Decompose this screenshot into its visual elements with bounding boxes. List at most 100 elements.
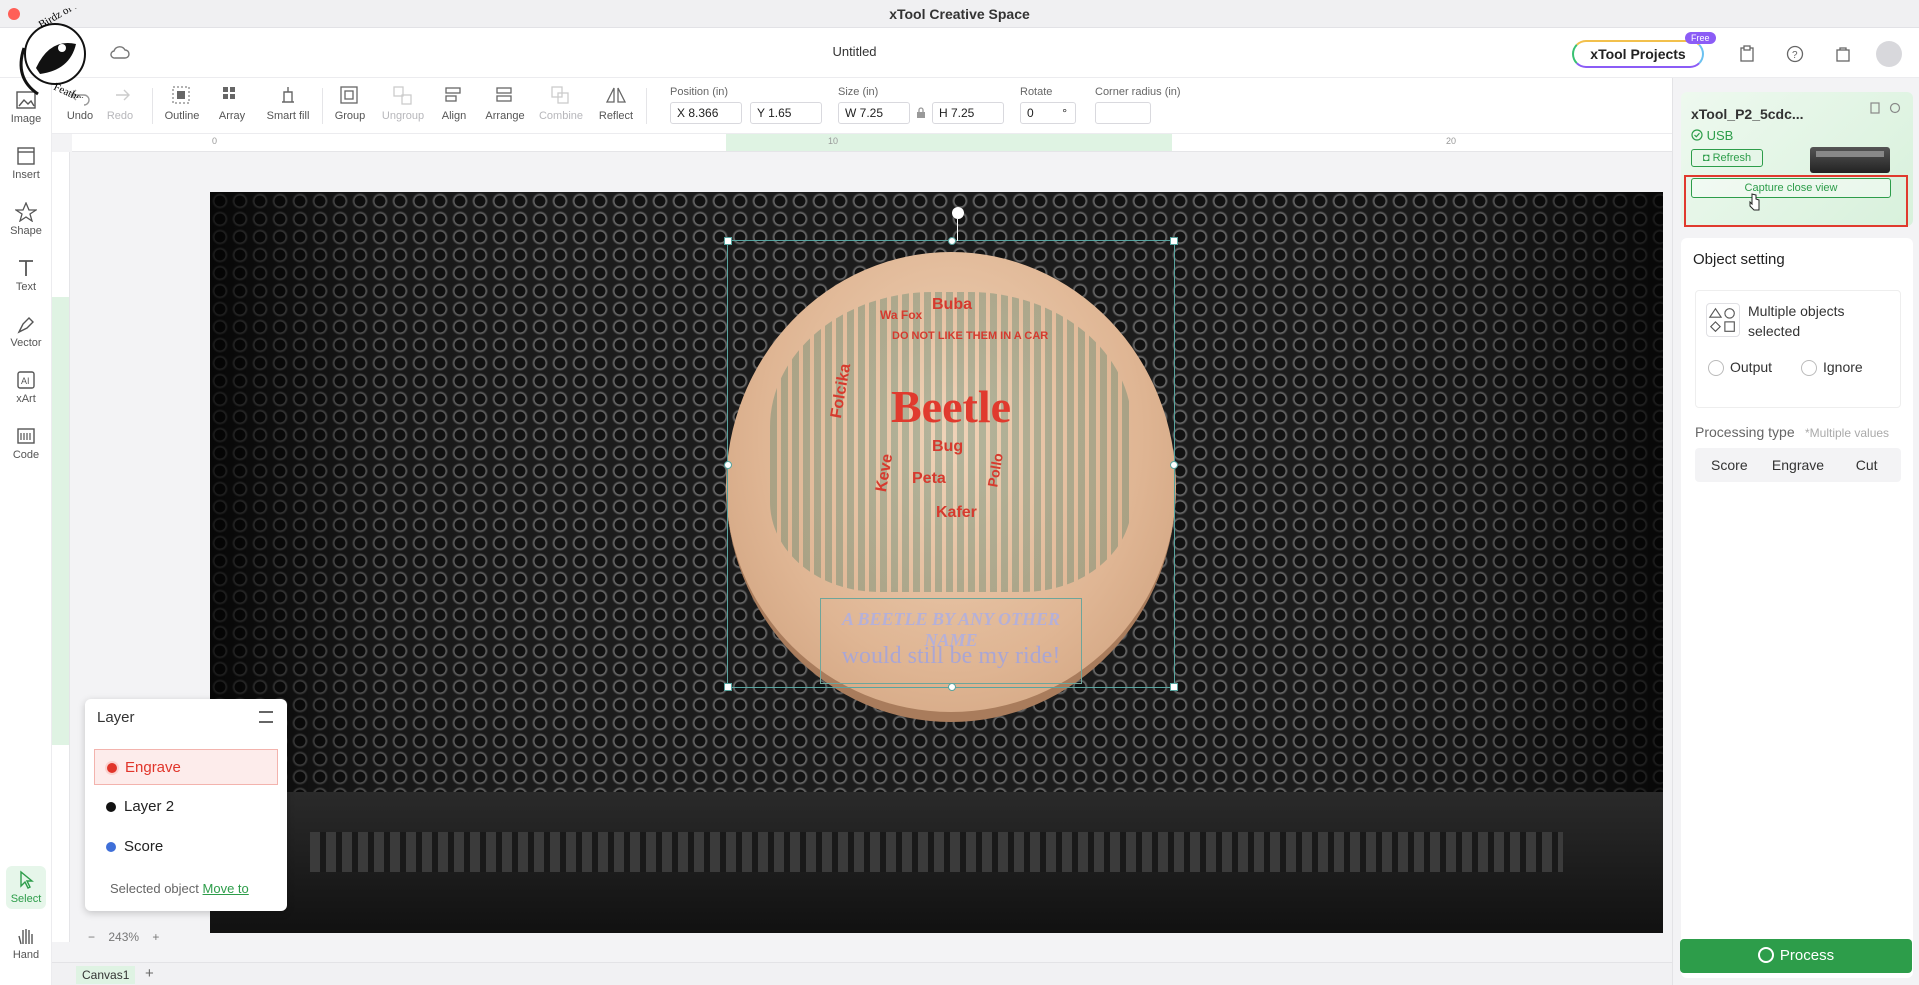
layer-panel: Layer Engrave Layer 2 Score Selected obj…	[85, 699, 287, 911]
mouse-cursor-icon	[1749, 193, 1760, 211]
resize-handle-br[interactable]	[1170, 683, 1178, 691]
tool-shape[interactable]: Shape	[0, 202, 52, 237]
resize-handle-tl[interactable]	[724, 237, 732, 245]
rotate-input[interactable]: 0 °	[1020, 102, 1076, 124]
resize-handle-right[interactable]	[1170, 461, 1178, 469]
title-bar: xTool Creative Space	[0, 0, 1919, 28]
corner-radius-input[interactable]	[1095, 102, 1151, 124]
connected-icon	[1691, 129, 1703, 141]
canvas-tab-bar: Canvas1 +	[52, 962, 1672, 985]
object-setting-title: Object setting	[1693, 251, 1785, 268]
camera-icon: ◘	[1702, 152, 1710, 164]
left-toolbar: Image Insert Shape Text Vector AI xArt C…	[0, 78, 52, 985]
redo-button[interactable]: Redo	[102, 84, 138, 122]
undo-label: Undo	[66, 110, 94, 122]
layer-footer: Selected object Move to	[110, 881, 249, 896]
smart-fill-icon	[282, 87, 294, 103]
insert-icon	[17, 147, 35, 165]
ruler-tick-0: 0	[212, 136, 218, 146]
tool-xart[interactable]: AI xArt	[0, 370, 52, 405]
processing-type-label: Processing type	[1695, 424, 1795, 440]
machine-bottom-rail	[210, 792, 1663, 933]
toolbar-divider	[646, 88, 647, 124]
layer-item-score[interactable]: Score	[94, 829, 278, 865]
resize-handle-top[interactable]	[948, 237, 956, 245]
add-canvas-button[interactable]: +	[145, 965, 154, 982]
help-icon[interactable]: ?	[1786, 45, 1804, 63]
rotate-handle[interactable]	[952, 207, 964, 219]
processing-cut-option[interactable]: Cut	[1832, 448, 1901, 482]
position-y-input[interactable]: Y 1.65	[750, 102, 822, 124]
xart-icon: AI	[17, 371, 35, 389]
xtool-projects-button[interactable]: xTool Projects	[1572, 40, 1704, 68]
ungroup-icon	[393, 86, 412, 105]
tool-vector[interactable]: Vector	[0, 314, 52, 349]
layer-menu-icon[interactable]	[259, 711, 273, 723]
ruler-selection-highlight	[726, 134, 1172, 151]
tool-select[interactable]: Select	[6, 866, 46, 909]
reflect-button[interactable]: Reflect	[594, 84, 638, 122]
tool-code-label: Code	[12, 449, 40, 461]
smart-fill-button[interactable]: Smart fill	[260, 84, 316, 122]
device-settings-icon[interactable]	[1869, 102, 1903, 114]
processing-type-selector: Score Engrave Cut	[1695, 448, 1901, 482]
move-to-link[interactable]: Move to	[203, 881, 249, 896]
zoom-in-button[interactable]: +	[152, 930, 159, 944]
device-name[interactable]: xTool_P2_5cdc...	[1691, 106, 1804, 122]
clipboard-icon[interactable]	[1738, 45, 1756, 63]
tool-insert[interactable]: Insert	[0, 146, 52, 181]
tool-hand[interactable]: Hand	[0, 926, 52, 961]
output-radio[interactable]: Output	[1708, 359, 1772, 376]
smart-fill-label: Smart fill	[266, 110, 310, 122]
vector-icon	[17, 317, 34, 334]
ignore-radio[interactable]: Ignore	[1801, 359, 1863, 376]
array-label: Array	[218, 110, 246, 122]
size-w-input[interactable]: W 7.25	[838, 102, 910, 124]
tool-text[interactable]: Text	[0, 258, 52, 293]
canvas-camera-view[interactable]: Buba Wa Fox DO NOT LIKE THEM IN A CAR Fo…	[210, 192, 1663, 933]
resize-handle-bl[interactable]	[724, 683, 732, 691]
layer-item-engrave[interactable]: Engrave	[94, 749, 278, 785]
size-h-input[interactable]: H 7.25	[932, 102, 1004, 124]
arrange-icon	[496, 87, 512, 102]
svg-text:Feather: Feather	[52, 81, 87, 98]
refresh-button[interactable]: ◘ Refresh	[1691, 149, 1763, 167]
process-label: Process	[1779, 947, 1835, 964]
resize-handle-tr[interactable]	[1170, 237, 1178, 245]
birdz-of-a-feather-logo: Birdz of a Feather	[19, 8, 87, 98]
resize-handle-left[interactable]	[724, 461, 732, 469]
selected-object-text: Selected object	[110, 881, 199, 896]
free-badge: Free	[1685, 32, 1716, 44]
align-button[interactable]: Align	[434, 84, 474, 122]
processing-engrave-option[interactable]: Engrave	[1764, 448, 1833, 482]
lock-ratio-icon[interactable]	[916, 107, 926, 119]
tab-canvas1[interactable]: Canvas1	[76, 966, 136, 984]
object-setting-panel: Object setting Multiple objects selected…	[1681, 238, 1913, 978]
rotate-unit: °	[1062, 106, 1067, 120]
layer-item-layer-2[interactable]: Layer 2	[94, 789, 278, 825]
arrange-button[interactable]: Arrange	[482, 84, 528, 122]
array-button[interactable]: Array	[212, 84, 252, 122]
group-button[interactable]: Group	[330, 84, 370, 122]
resize-handle-bottom[interactable]	[948, 683, 956, 691]
layer-item-label: Layer 2	[124, 798, 175, 815]
outline-icon	[172, 86, 190, 104]
rotate-line	[957, 219, 958, 241]
selection-box[interactable]	[724, 207, 1178, 691]
position-label: Position (in)	[670, 86, 729, 98]
processing-score-option[interactable]: Score	[1695, 448, 1764, 482]
zoom-out-button[interactable]: −	[88, 930, 95, 944]
user-avatar[interactable]	[1876, 41, 1902, 67]
process-button[interactable]: Process	[1680, 939, 1912, 973]
zoom-level[interactable]: 243%	[108, 930, 139, 944]
toolbar-divider	[152, 88, 153, 124]
shop-bag-icon[interactable]	[1834, 45, 1852, 63]
combine-button[interactable]: Combine	[536, 84, 586, 122]
tool-code[interactable]: Code	[0, 426, 52, 461]
refresh-label: Refresh	[1712, 152, 1752, 164]
outline-button[interactable]: Outline	[160, 84, 204, 122]
redo-icon	[116, 89, 130, 101]
position-x-input[interactable]: X 8.366	[670, 102, 742, 124]
select-icon	[20, 870, 34, 889]
ungroup-button[interactable]: Ungroup	[378, 84, 428, 122]
